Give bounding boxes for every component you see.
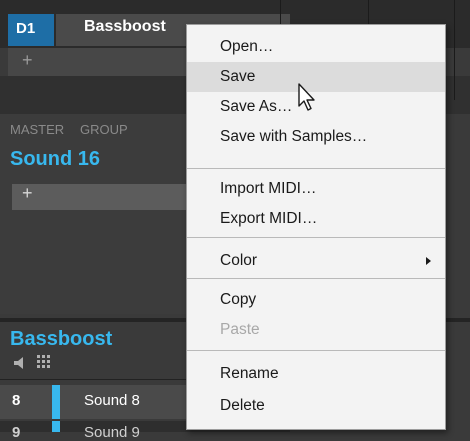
tab-master[interactable]: MASTER (10, 122, 64, 137)
menu-separator (187, 278, 445, 279)
menu-item-import-midi[interactable]: Import MIDI… (187, 174, 445, 204)
submenu-arrow-icon (426, 257, 431, 265)
menu-item-label: Save As… (220, 98, 293, 115)
group-id: D1 (16, 20, 36, 37)
menu-item-delete[interactable]: Delete (187, 391, 445, 421)
menu-item-save-with-samples[interactable]: Save with Samples… (187, 122, 445, 152)
menu-item-label: Import MIDI… (220, 180, 317, 197)
menu-item-rename[interactable]: Rename (187, 359, 445, 389)
add-plugin-button[interactable]: + (22, 183, 33, 204)
group-name: Bassboost (84, 18, 166, 35)
mouse-cursor-icon (298, 83, 315, 111)
menu-item-label: Copy (220, 291, 257, 308)
add-group-button[interactable]: + (22, 50, 33, 71)
sound-color-bar (52, 421, 60, 432)
menu-item-color[interactable]: Color (187, 246, 445, 276)
menu-item-paste: Paste (187, 315, 445, 345)
speaker-icon[interactable] (12, 356, 28, 370)
menu-item-label: Save with Samples… (220, 128, 368, 145)
menu-item-label: Paste (220, 321, 260, 338)
menu-item-label: Color (220, 252, 258, 269)
group-list-title: Bassboost (10, 328, 113, 350)
menu-item-label: Export MIDI… (220, 210, 318, 227)
menu-item-label: Rename (220, 365, 279, 382)
sound-row-number: 8 (12, 392, 21, 409)
grid-icon[interactable] (36, 354, 54, 372)
sound-title: Sound 16 (10, 148, 101, 170)
menu-item-open[interactable]: Open… (187, 32, 445, 62)
sound-row-number: 9 (12, 424, 21, 441)
menu-separator (187, 350, 445, 351)
sound-row-name: Sound 9 (84, 424, 140, 441)
menu-item-copy[interactable]: Copy (187, 285, 445, 315)
menu-item-label: Open… (220, 38, 274, 55)
sound-row-name: Sound 8 (84, 392, 140, 409)
tab-group[interactable]: GROUP (80, 122, 128, 137)
sound-color-bar (52, 385, 60, 419)
menu-separator (187, 168, 445, 169)
menu-item-label: Delete (220, 397, 265, 414)
menu-item-label: Save (220, 68, 256, 85)
menu-item-export-midi[interactable]: Export MIDI… (187, 204, 445, 234)
menu-separator (187, 237, 445, 238)
